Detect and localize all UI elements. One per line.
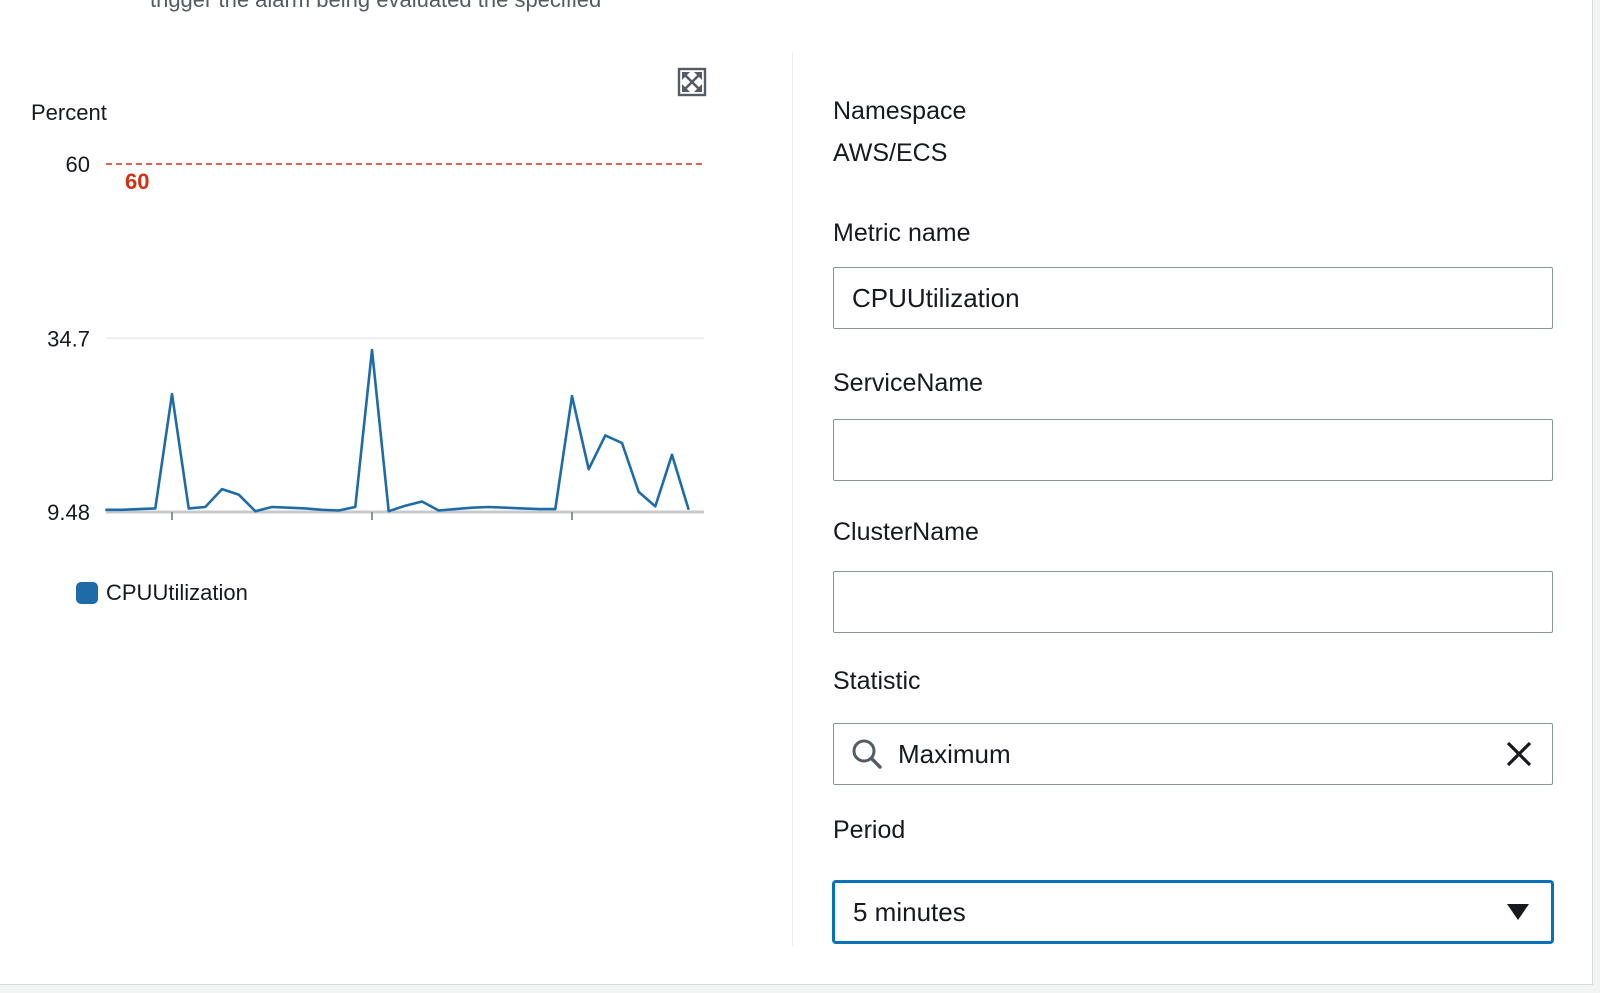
period-select[interactable]: 5 minutes <box>833 881 1553 943</box>
search-icon <box>850 737 884 771</box>
legend-item[interactable]: CPUUtilization <box>76 580 248 606</box>
cluster-name-label: ClusterName <box>833 518 979 546</box>
period-label: Period <box>833 816 906 844</box>
chart-plot: 6034.79.4810:0011:0012:0060 <box>47 152 704 525</box>
metric-name-label: Metric name <box>833 219 971 247</box>
service-name-label: ServiceName <box>833 369 984 397</box>
metric-name-value: CPUUtilization <box>852 282 1020 313</box>
threshold-label: 60 <box>125 169 149 194</box>
namespace-label: Namespace <box>833 97 967 125</box>
legend-swatch <box>76 582 98 604</box>
y-tick-label: 60 <box>66 152 90 177</box>
y-tick-label: 34.7 <box>47 326 90 351</box>
panel-divider <box>792 52 793 946</box>
period-value: 5 minutes <box>853 896 966 927</box>
cluster-name-input[interactable] <box>833 571 1553 633</box>
clear-icon[interactable] <box>1504 739 1534 769</box>
description-text: trigger the alarm being evaluated the sp… <box>150 0 601 13</box>
metric-chart: Percent 6034.79.4810:0011:0012:0060 CPUU… <box>0 50 760 650</box>
alarm-metric-panel: trigger the alarm being evaluated the sp… <box>0 0 1593 985</box>
service-name-input[interactable] <box>833 419 1553 481</box>
legend-label: CPUUtilization <box>106 580 248 605</box>
caret-down-icon <box>1507 904 1529 920</box>
series-line-cpuutilization <box>105 348 690 513</box>
y-tick-label: 9.48 <box>47 500 90 525</box>
metric-name-input[interactable]: CPUUtilization <box>833 267 1553 329</box>
statistic-input[interactable]: Maximum <box>833 723 1553 785</box>
statistic-label: Statistic <box>833 667 921 695</box>
namespace-value: AWS/ECS <box>833 139 948 167</box>
statistic-value: Maximum <box>898 738 1011 769</box>
